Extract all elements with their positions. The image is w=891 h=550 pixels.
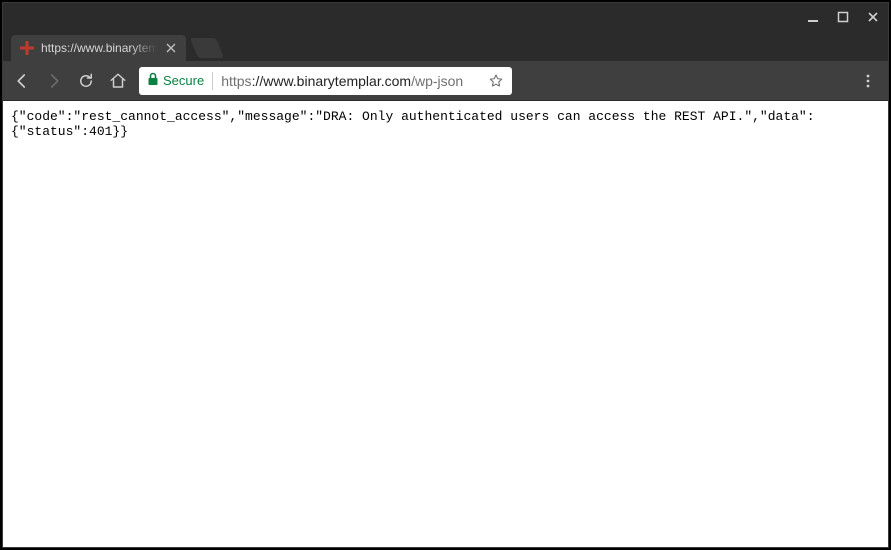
secure-label: Secure — [163, 73, 204, 88]
security-indicator[interactable]: Secure — [147, 72, 212, 89]
tab-title: https://www.binarytempl — [41, 41, 160, 55]
toolbar-right — [522, 69, 881, 93]
omnibox-divider — [212, 72, 213, 90]
home-button[interactable] — [107, 70, 129, 92]
window-maximize-button[interactable] — [828, 3, 858, 31]
tab-strip: https://www.binarytempl — [3, 31, 888, 61]
window-minimize-button[interactable] — [798, 3, 828, 31]
url-host: ://www.binarytemplar.com — [252, 73, 412, 89]
url-path: /wp-json — [411, 73, 463, 89]
forward-button — [43, 70, 65, 92]
tab-close-button[interactable] — [164, 41, 178, 55]
reload-button[interactable] — [75, 70, 97, 92]
response-body[interactable]: {"code":"rest_cannot_access","message":"… — [11, 109, 880, 139]
page-viewport[interactable]: {"code":"rest_cannot_access","message":"… — [3, 101, 888, 547]
new-tab-button[interactable] — [190, 38, 224, 58]
back-button[interactable] — [11, 70, 33, 92]
favicon-cross-icon — [19, 40, 35, 56]
window-titlebar[interactable] — [3, 3, 888, 31]
url-text[interactable]: https://www.binarytemplar.com/wp-json — [221, 73, 485, 89]
chrome-menu-button[interactable] — [856, 69, 880, 93]
browser-tab[interactable]: https://www.binarytempl — [11, 35, 186, 61]
url-scheme: https — [221, 73, 251, 89]
lock-icon — [147, 72, 159, 89]
bookmark-star-button[interactable] — [486, 71, 506, 91]
browser-toolbar: Secure https://www.binarytemplar.com/wp-… — [3, 61, 888, 101]
browser-window: https://www.binarytempl Secure — [2, 2, 889, 548]
address-bar[interactable]: Secure https://www.binarytemplar.com/wp-… — [139, 67, 512, 95]
titlebar-drag-area[interactable] — [3, 3, 798, 31]
window-close-button[interactable] — [858, 3, 888, 31]
